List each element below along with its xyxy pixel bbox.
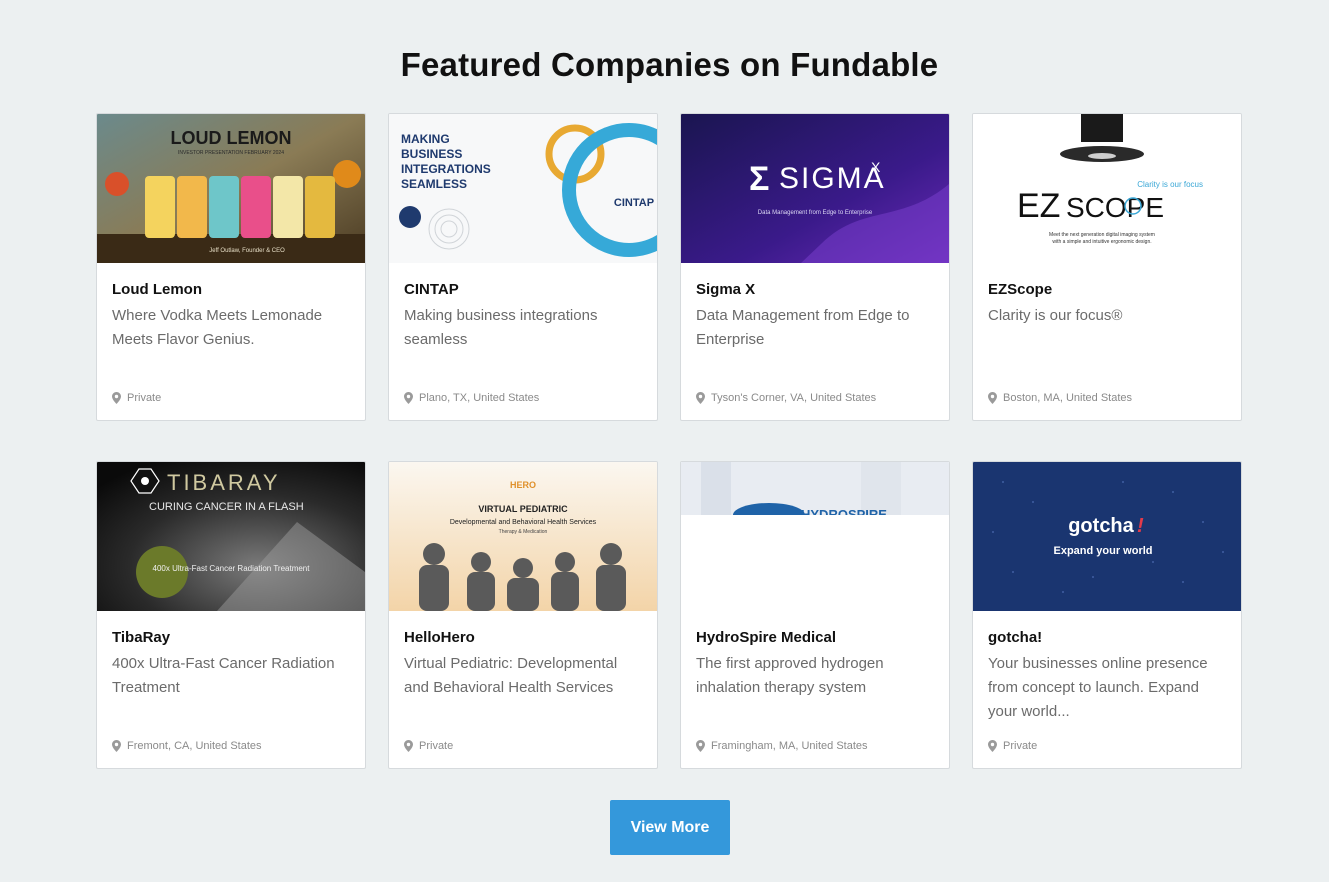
location-text: Plano, TX, United States: [419, 392, 540, 404]
company-name: Loud Lemon: [112, 281, 202, 298]
company-description: 400x Ultra-Fast Cancer Radiation Treatme…: [112, 655, 335, 696]
svg-text:Jeff Outlaw, Founder & CEO: Jeff Outlaw, Founder & CEO: [209, 248, 285, 254]
svg-text:Therapy & Medication: Therapy & Medication: [499, 529, 548, 535]
svg-text:EZ: EZ: [1017, 187, 1060, 225]
svg-text:!: !: [1137, 515, 1144, 537]
location-pin-icon: [696, 740, 705, 752]
svg-text:INTEGRATIONS: INTEGRATIONS: [401, 162, 491, 176]
location-text: Private: [419, 740, 454, 752]
company-description: Your businesses online presence from con…: [988, 655, 1208, 720]
svg-text:BUSINESS: BUSINESS: [401, 147, 462, 161]
location-pin-icon: [696, 392, 705, 404]
location-text: Private: [1003, 740, 1038, 752]
company-name: gotcha!: [988, 629, 1043, 646]
svg-text:X: X: [871, 159, 881, 175]
company-description: The first approved hydrogen inhalation t…: [696, 655, 884, 696]
svg-text:SEAMLESS: SEAMLESS: [401, 177, 467, 191]
page-title: Featured Companies on Fundable: [400, 46, 939, 83]
company-location: Plano, TX, United States: [404, 392, 644, 404]
svg-text:CINTAP: CINTAP: [614, 197, 654, 209]
svg-text:Meet the next generation digit: Meet the next generation digital imaging…: [1049, 232, 1155, 238]
location-text: Fremont, CA, United States: [127, 740, 262, 752]
company-location: Framingham, MA, United States: [696, 740, 936, 752]
company-thumbnail: Σ SIGMA X Data Management from Edge to E…: [681, 114, 949, 263]
company-card-loud-lemon[interactable]: LOUD LEMON INVESTOR PRESENTATION FEBRUAR…: [96, 113, 366, 421]
company-location: Private: [112, 392, 352, 404]
svg-text:Clarity is our focus: Clarity is our focus: [1137, 180, 1203, 189]
location-pin-icon: [988, 392, 997, 404]
svg-text:LOUD LEMON: LOUD LEMON: [171, 128, 292, 148]
svg-text:Developmental and Behavioral H: Developmental and Behavioral Health Serv…: [450, 519, 597, 526]
svg-text:SCOPE: SCOPE: [1066, 192, 1164, 223]
svg-text:Expand your world: Expand your world: [1053, 545, 1152, 557]
company-thumbnail: TIBARAY CURING CANCER IN A FLASH 400x Ul…: [97, 462, 365, 611]
svg-text:400x Ultra-Fast Cancer Radiati: 400x Ultra-Fast Cancer Radiation Treatme…: [153, 564, 311, 573]
svg-text:SIGMA: SIGMA: [779, 162, 886, 195]
svg-text:MAKING: MAKING: [401, 132, 450, 146]
company-description: Clarity is our focus®: [988, 307, 1123, 324]
view-more-button[interactable]: View More: [610, 800, 730, 855]
company-thumbnail: LOUD LEMON INVESTOR PRESENTATION FEBRUAR…: [97, 114, 365, 263]
company-location: Private: [404, 740, 644, 752]
svg-text:Σ: Σ: [749, 160, 769, 198]
svg-text:HERO: HERO: [510, 480, 536, 490]
company-name: HydroSpire Medical: [696, 629, 837, 646]
company-card-cintap[interactable]: MAKING BUSINESS INTEGRATIONS SEAMLESS CI…: [388, 113, 658, 421]
company-card-ezscope[interactable]: Clarity is our focus EZ SCOPE Meet the n…: [972, 113, 1242, 421]
svg-text:VIRTUAL PEDIATRIC: VIRTUAL PEDIATRIC: [478, 504, 568, 514]
company-location: Boston, MA, United States: [988, 392, 1228, 404]
company-thumbnail: MAKING BUSINESS INTEGRATIONS SEAMLESS CI…: [389, 114, 657, 263]
company-card-hellohero[interactable]: HERO VIRTUAL PEDIATRIC Developmental and…: [388, 461, 658, 769]
company-thumbnail: gotcha ! Expand your world: [973, 462, 1241, 611]
company-card-tibaray[interactable]: TIBARAY CURING CANCER IN A FLASH 400x Ul…: [96, 461, 366, 769]
location-text: Tyson's Corner, VA, United States: [711, 392, 877, 404]
location-pin-icon: [988, 740, 997, 752]
svg-text:TIBARAY: TIBARAY: [167, 470, 281, 495]
company-location: Tyson's Corner, VA, United States: [696, 392, 936, 404]
location-text: Boston, MA, United States: [1003, 392, 1133, 404]
svg-text:CURING CANCER IN A FLASH: CURING CANCER IN A FLASH: [149, 501, 304, 513]
location-pin-icon: [112, 392, 121, 404]
location-text: Private: [127, 392, 162, 404]
company-card-sigma-x[interactable]: Σ SIGMA X Data Management from Edge to E…: [680, 113, 950, 421]
company-thumbnail: HYDROSPIRE: [681, 462, 949, 611]
company-card-hydrospire[interactable]: HYDROSPIRE HydroSpire Medical The first …: [680, 461, 950, 769]
company-name: TibaRay: [112, 629, 171, 646]
location-pin-icon: [404, 740, 413, 752]
svg-text:INVESTOR PRESENTATION FEBRUARY: INVESTOR PRESENTATION FEBRUARY 2024: [178, 150, 284, 156]
location-pin-icon: [112, 740, 121, 752]
company-description: Data Management from Edge to Enterprise: [696, 307, 910, 348]
location-text: Framingham, MA, United States: [711, 740, 868, 752]
company-card-gotcha[interactable]: gotcha ! Expand your world gotcha! Your …: [972, 461, 1242, 769]
svg-text:gotcha: gotcha: [1068, 515, 1134, 537]
company-thumbnail: HERO VIRTUAL PEDIATRIC Developmental and…: [389, 462, 657, 611]
company-description: Making business integrations seamless: [404, 307, 598, 348]
company-description: Virtual Pediatric: Developmental and Beh…: [404, 655, 618, 696]
company-name: HelloHero: [404, 629, 475, 646]
company-location: Private: [988, 740, 1228, 752]
company-description: Where Vodka Meets Lemonade Meets Flavor …: [112, 307, 323, 348]
svg-text:with a simple and intuitive er: with a simple and intuitive ergonomic de…: [1052, 239, 1151, 245]
company-location: Fremont, CA, United States: [112, 740, 352, 752]
company-name: EZScope: [988, 281, 1053, 298]
company-name: CINTAP: [404, 281, 459, 298]
company-thumbnail: Clarity is our focus EZ SCOPE Meet the n…: [973, 114, 1241, 263]
company-name: Sigma X: [696, 281, 756, 298]
location-pin-icon: [404, 392, 413, 404]
svg-text:Data Management from Edge to E: Data Management from Edge to Enterprise: [758, 210, 873, 216]
